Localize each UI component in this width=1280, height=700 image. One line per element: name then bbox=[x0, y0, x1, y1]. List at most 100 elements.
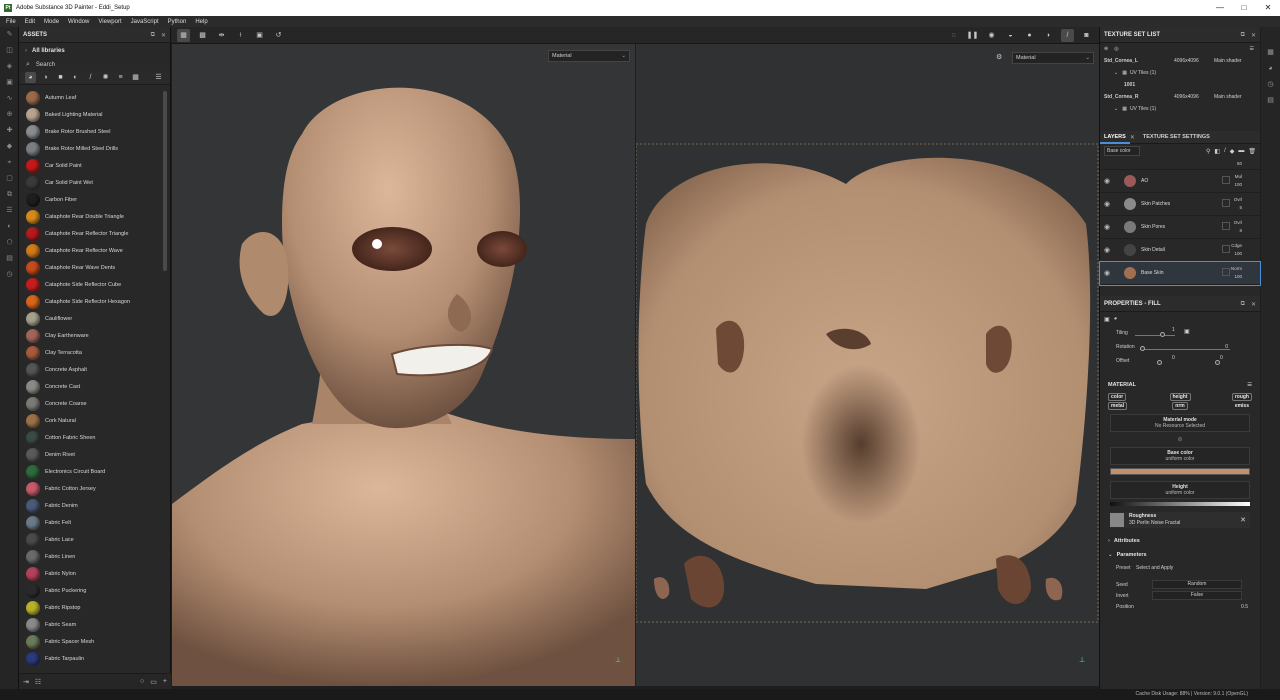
eraser-icon[interactable]: ◫ bbox=[0, 43, 19, 59]
filter-masks-icon[interactable]: ◐ bbox=[70, 72, 81, 83]
color-picker-icon[interactable]: ⌖ bbox=[0, 155, 19, 171]
asset-item[interactable]: Cataphote Rear Reflector Wave bbox=[19, 242, 165, 259]
viewport-2d[interactable]: Material ⌄ ⚙ ⊥ bbox=[636, 44, 1099, 686]
layer-mask-slot[interactable] bbox=[1222, 245, 1230, 253]
layer-name[interactable]: Skin Patches bbox=[1141, 201, 1170, 207]
filter-environments-icon[interactable]: ▦ bbox=[130, 72, 141, 83]
display-settings-icon[interactable]: ◐ bbox=[0, 219, 19, 235]
chip-height[interactable]: height bbox=[1156, 393, 1204, 401]
preset-select[interactable]: Select and Apply bbox=[1136, 565, 1246, 571]
chip-nrm[interactable]: nrm bbox=[1156, 402, 1204, 410]
tiling-slider[interactable] bbox=[1135, 335, 1175, 336]
link-icon[interactable]: ⊘ bbox=[1100, 436, 1260, 443]
asset-item[interactable]: Autumn Leaf bbox=[19, 89, 165, 106]
menu-window[interactable]: Window bbox=[68, 19, 89, 25]
uv-tile-row[interactable]: 1001 bbox=[1100, 79, 1260, 91]
filter-brushes-icon[interactable]: / bbox=[85, 72, 96, 83]
offset-y-knob[interactable] bbox=[1215, 360, 1220, 365]
split-view-icon[interactable]: ▩ bbox=[196, 29, 209, 42]
texture-set-shader[interactable]: Main shader bbox=[1214, 94, 1242, 100]
visibility-icon[interactable]: ◎ bbox=[1114, 46, 1118, 52]
history-icon[interactable]: ◷ bbox=[0, 267, 19, 283]
display-settings-icon[interactable]: ◕ bbox=[1261, 61, 1280, 77]
chip-metal[interactable]: metal bbox=[1108, 402, 1156, 410]
asset-item[interactable]: Concrete Cast bbox=[19, 378, 165, 395]
menu-help[interactable]: Help bbox=[195, 19, 207, 25]
swap-views-icon[interactable]: ⇹ bbox=[215, 29, 228, 42]
add-mask-icon[interactable]: ◧ bbox=[1214, 148, 1220, 155]
layer-opacity[interactable]: 50 bbox=[1237, 160, 1242, 168]
folder-icon[interactable]: ▭ bbox=[150, 678, 157, 686]
menu-viewport[interactable]: Viewport bbox=[98, 19, 121, 25]
smudge-icon[interactable]: ∿ bbox=[0, 91, 19, 107]
layer-blend-mode[interactable]: Cdge bbox=[1231, 242, 1242, 250]
layer-name[interactable]: AO bbox=[1141, 178, 1148, 184]
roughness-block[interactable]: Roughness 3D Perlin Noise Fractal ✕ bbox=[1110, 512, 1250, 528]
undock-icon[interactable]: ⧉ bbox=[1241, 301, 1245, 308]
height-gradient-slider[interactable] bbox=[1110, 502, 1250, 506]
asset-item[interactable]: Fabric Lace bbox=[19, 531, 165, 548]
camera-icon[interactable]: ◉ bbox=[985, 29, 998, 42]
asset-item[interactable]: Car Solid Paint bbox=[19, 157, 165, 174]
tiling-slider-knob[interactable] bbox=[1160, 332, 1165, 337]
layers-toggle-icon[interactable]: ☰ bbox=[0, 203, 19, 219]
asset-item[interactable]: Cataphote Rear Reflector Triangle bbox=[19, 225, 165, 242]
layer-blend-mode[interactable]: Ovrl bbox=[1234, 219, 1242, 227]
filter-filters-icon[interactable]: ≡ bbox=[115, 72, 126, 83]
render-icon[interactable]: ● bbox=[1023, 29, 1036, 42]
minimize-button[interactable]: — bbox=[1208, 0, 1232, 16]
visibility-icon[interactable]: ◉ bbox=[1104, 269, 1114, 277]
offset-x-knob[interactable] bbox=[1157, 360, 1162, 365]
tab-texture-set-settings[interactable]: TEXTURE SET SETTINGS bbox=[1139, 131, 1214, 144]
symmetry-icon[interactable]: ⟊ bbox=[234, 29, 247, 42]
layer-opacity[interactable]: 100 bbox=[1231, 273, 1242, 281]
delete-layer-icon[interactable]: 🗑 bbox=[1248, 148, 1256, 155]
texture-set-row[interactable]: Std_Cornea_L 4096x4096 Main shader bbox=[1100, 55, 1260, 67]
asset-item[interactable]: Fabric Cotton Jersey bbox=[19, 480, 165, 497]
fill-properties-icon[interactable]: ▣ bbox=[1104, 316, 1110, 323]
add-folder-icon[interactable]: ▬ bbox=[1238, 148, 1244, 154]
rotation-slider[interactable] bbox=[1140, 349, 1230, 350]
asset-item[interactable]: Fabric Linen bbox=[19, 548, 165, 565]
offset-y-value[interactable]: 0 bbox=[1220, 355, 1223, 361]
attributes-section[interactable]: › Attributes bbox=[1100, 534, 1260, 548]
menu-icon[interactable]: ☰ bbox=[1250, 46, 1254, 52]
brush-mode-icon[interactable]: / bbox=[1061, 28, 1074, 42]
asset-item[interactable]: Denim Rivet bbox=[19, 446, 165, 463]
link-icon[interactable]: ⊜ bbox=[1104, 46, 1108, 52]
close-window-button[interactable]: ✕ bbox=[1256, 0, 1280, 16]
clone-icon[interactable]: ⊕ bbox=[0, 107, 19, 123]
maximize-button[interactable]: □ bbox=[1232, 0, 1256, 16]
viewport-2d-mode-select[interactable]: Material ⌄ bbox=[1012, 52, 1094, 64]
layer-opacity[interactable]: 100 bbox=[1234, 181, 1242, 189]
light-icon[interactable]: ◗ bbox=[1042, 29, 1055, 42]
asset-item[interactable]: Fabric Ripstop bbox=[19, 599, 165, 616]
material-menu-icon[interactable]: ☰ bbox=[1247, 382, 1252, 388]
chip-color[interactable]: color bbox=[1108, 393, 1156, 401]
layer-opacity[interactable]: 100 bbox=[1231, 250, 1242, 258]
asset-item[interactable]: Fabric Nylon bbox=[19, 565, 165, 582]
tab-layers[interactable]: LAYERS bbox=[1100, 131, 1130, 144]
viewport-3d[interactable]: Material ⌄ ⊥ bbox=[172, 44, 635, 686]
asset-item[interactable]: Carbon Fiber bbox=[19, 191, 165, 208]
invert-toggle[interactable]: False bbox=[1152, 591, 1242, 600]
close-panel-icon[interactable]: ✕ bbox=[161, 32, 166, 39]
frame-icon[interactable]: ▣ bbox=[253, 29, 266, 42]
parameters-section[interactable]: ⌄ Parameters bbox=[1100, 548, 1260, 562]
position-value[interactable]: 0.5 bbox=[1241, 604, 1248, 610]
shader-settings-icon[interactable]: ⬡ bbox=[0, 235, 19, 251]
visibility-icon[interactable]: ◌ bbox=[947, 29, 960, 42]
visibility-icon[interactable]: ◉ bbox=[1104, 223, 1114, 231]
undock-icon[interactable]: ⧉ bbox=[151, 32, 155, 39]
asset-search[interactable]: ⌕ Search bbox=[19, 58, 170, 71]
asset-item[interactable]: Cataphote Rear Double Triangle bbox=[19, 208, 165, 225]
library-selector[interactable]: › All libraries bbox=[19, 43, 170, 58]
layout-grid-icon[interactable]: ▦ bbox=[177, 28, 190, 42]
layer-row[interactable]: ◉ Skin Pores Ovrl 8 bbox=[1100, 216, 1260, 239]
texture-set-list-icon[interactable]: ▦ bbox=[1261, 45, 1280, 61]
polygon-fill-icon[interactable]: ◆ bbox=[0, 139, 19, 155]
layer-mask-slot[interactable] bbox=[1222, 222, 1230, 230]
import-icon[interactable]: ⇥ bbox=[23, 678, 29, 686]
layer-opacity[interactable]: 5 bbox=[1234, 204, 1242, 212]
close-panel-icon[interactable]: ✕ bbox=[1251, 301, 1256, 308]
